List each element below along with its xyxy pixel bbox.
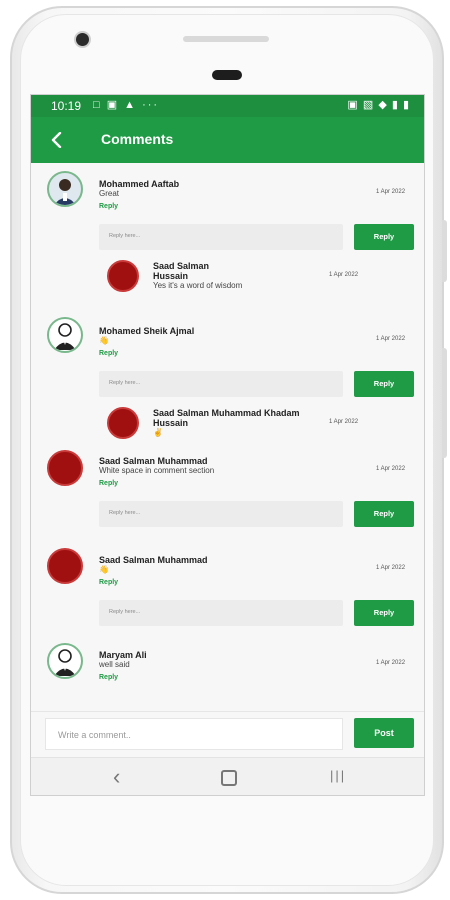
arrow-left-icon bbox=[51, 131, 62, 149]
system-nav-bar: ‹ ||| bbox=[31, 757, 424, 795]
reply-button[interactable]: Reply bbox=[354, 600, 414, 626]
app-bar: Comments bbox=[31, 117, 424, 163]
nav-back-icon[interactable]: ‹ bbox=[113, 764, 120, 790]
reply-link[interactable]: Reply bbox=[99, 350, 118, 357]
avatar[interactable] bbox=[47, 450, 83, 486]
page-title: Comments bbox=[101, 131, 174, 147]
avatar[interactable] bbox=[47, 548, 83, 584]
comment-author[interactable]: Mohamed Sheik Ajmal bbox=[99, 326, 194, 336]
speaker-grille bbox=[183, 36, 269, 42]
back-button[interactable] bbox=[43, 125, 71, 155]
reply-button[interactable]: Reply bbox=[354, 371, 414, 397]
status-time: 10:19 bbox=[51, 99, 82, 113]
comment-author[interactable]: Saad Salman Muhammad bbox=[99, 456, 208, 466]
reply-input[interactable]: Reply here... bbox=[99, 224, 343, 250]
nav-recents-icon[interactable]: ||| bbox=[330, 768, 346, 783]
avatar[interactable] bbox=[47, 171, 83, 207]
reply-button[interactable]: Reply bbox=[354, 224, 414, 250]
camera-icon bbox=[76, 33, 89, 46]
app-screen: 10:19 □ ▣ ▲ ··· ▣ ▧ ◆ ▮ ▮ Comments Moham… bbox=[30, 94, 425, 796]
comment-date: 1 Apr 2022 bbox=[376, 336, 406, 342]
notification-icons: □ ▣ ▲ ··· bbox=[93, 99, 160, 111]
avatar[interactable] bbox=[47, 643, 83, 679]
comment-input[interactable]: Write a comment.. bbox=[45, 718, 343, 750]
reply-input[interactable]: Reply here... bbox=[99, 600, 343, 626]
reply-link[interactable]: Reply bbox=[99, 674, 118, 681]
user-placeholder-icon bbox=[54, 649, 76, 676]
system-icons: ▣ ▧ ◆ ▮ ▮ bbox=[347, 99, 410, 111]
comment-author[interactable]: Saad Salman Muhammad bbox=[99, 555, 208, 565]
reply-link[interactable]: Reply bbox=[99, 480, 118, 487]
comment-author[interactable]: Mohammed Aaftab bbox=[99, 179, 179, 189]
comment-date: 1 Apr 2022 bbox=[376, 660, 406, 666]
comment-text: 👋 bbox=[99, 336, 109, 345]
power-button bbox=[442, 348, 447, 458]
reply-avatar[interactable] bbox=[107, 407, 139, 439]
comment-date: 1 Apr 2022 bbox=[376, 189, 406, 195]
comment-text: Great bbox=[99, 189, 120, 198]
comment-date: 1 Apr 2022 bbox=[376, 466, 406, 472]
reply-input[interactable]: Reply here... bbox=[99, 371, 343, 397]
comment-composer: Write a comment.. Post bbox=[31, 711, 424, 752]
reply-date: 1 Apr 2022 bbox=[329, 272, 359, 278]
sensor bbox=[212, 70, 242, 80]
avatar[interactable] bbox=[47, 317, 83, 353]
comment-text: White space in comment section bbox=[99, 466, 215, 475]
reply-input[interactable]: Reply here... bbox=[99, 501, 343, 527]
status-bar: 10:19 □ ▣ ▲ ··· ▣ ▧ ◆ ▮ ▮ bbox=[31, 95, 424, 117]
comment-date: 1 Apr 2022 bbox=[376, 565, 406, 571]
reply-date: 1 Apr 2022 bbox=[329, 419, 359, 425]
reply-text: ✌️ bbox=[153, 428, 163, 437]
reply-button[interactable]: Reply bbox=[354, 501, 414, 527]
reply-author[interactable]: Saad Salman Muhammad Khadam Hussain bbox=[153, 408, 300, 428]
user-placeholder-icon bbox=[54, 323, 76, 350]
comment-text: 👋 bbox=[99, 565, 109, 574]
volume-button bbox=[442, 220, 447, 282]
comment-text: well said bbox=[99, 660, 130, 669]
nav-home-icon[interactable] bbox=[221, 770, 237, 786]
comment-author[interactable]: Maryam Ali bbox=[99, 650, 147, 660]
user-photo-icon bbox=[54, 179, 76, 205]
reply-author[interactable]: Saad Salman Hussain bbox=[153, 261, 209, 281]
reply-link[interactable]: Reply bbox=[99, 579, 118, 586]
reply-avatar[interactable] bbox=[107, 260, 139, 292]
post-button[interactable]: Post bbox=[354, 718, 414, 748]
reply-text: Yes it's a word of wisdom bbox=[153, 281, 243, 290]
reply-link[interactable]: Reply bbox=[99, 203, 118, 210]
comments-list[interactable]: Mohammed Aaftab Great 1 Apr 2022 Reply R… bbox=[31, 163, 424, 711]
